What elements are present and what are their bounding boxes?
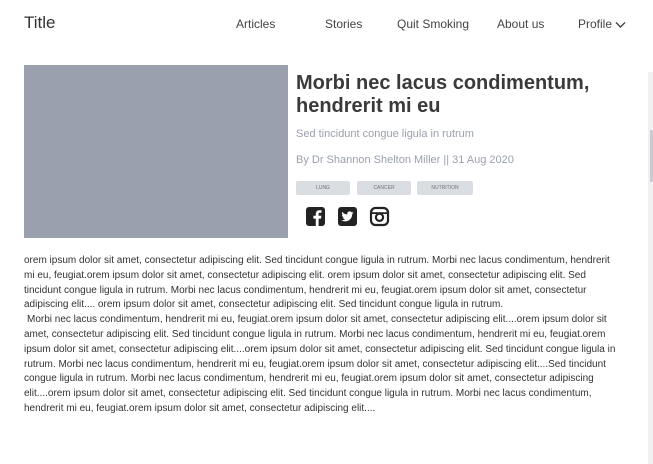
article-paragraph: Morbi nec lacus condimentum, hendrerit m…: [24, 314, 616, 414]
nav-profile-label: Profile: [578, 17, 613, 31]
article-subtitle: Sed tincidunt congue ligula in rutrum: [296, 128, 474, 140]
nav-articles[interactable]: Articles: [236, 17, 275, 31]
article-page: Title Articles Stories Quit Smoking Abou…: [0, 0, 653, 464]
twitter-icon[interactable]: [337, 206, 358, 227]
site-title[interactable]: Title: [24, 13, 56, 33]
nav-about-us[interactable]: About us: [497, 17, 544, 31]
nav-quit-smoking[interactable]: Quit Smoking: [397, 17, 469, 31]
article-body: orem ipsum dolor sit amet, consectetur a…: [24, 254, 620, 417]
instagram-icon[interactable]: [369, 206, 390, 227]
top-navbar: Title Articles Stories Quit Smoking Abou…: [0, 0, 653, 48]
facebook-icon[interactable]: [305, 206, 326, 227]
nav-stories[interactable]: Stories: [325, 17, 362, 31]
tag-nutrition[interactable]: NUTRITION: [417, 181, 473, 195]
tag-lung[interactable]: LUNG: [296, 181, 350, 195]
article-hero-image: [24, 65, 288, 238]
tag-cancer[interactable]: CANCER: [357, 181, 411, 195]
nav-profile-dropdown[interactable]: Profile: [578, 17, 626, 32]
article-byline: By Dr Shannon Shelton Miller || 31 Aug 2…: [296, 154, 514, 166]
article-title: Morbi nec lacus condimentum, hendrerit m…: [296, 72, 590, 117]
article-paragraph: orem ipsum dolor sit amet, consectetur a…: [24, 255, 610, 311]
chevron-down-icon: [615, 18, 626, 32]
